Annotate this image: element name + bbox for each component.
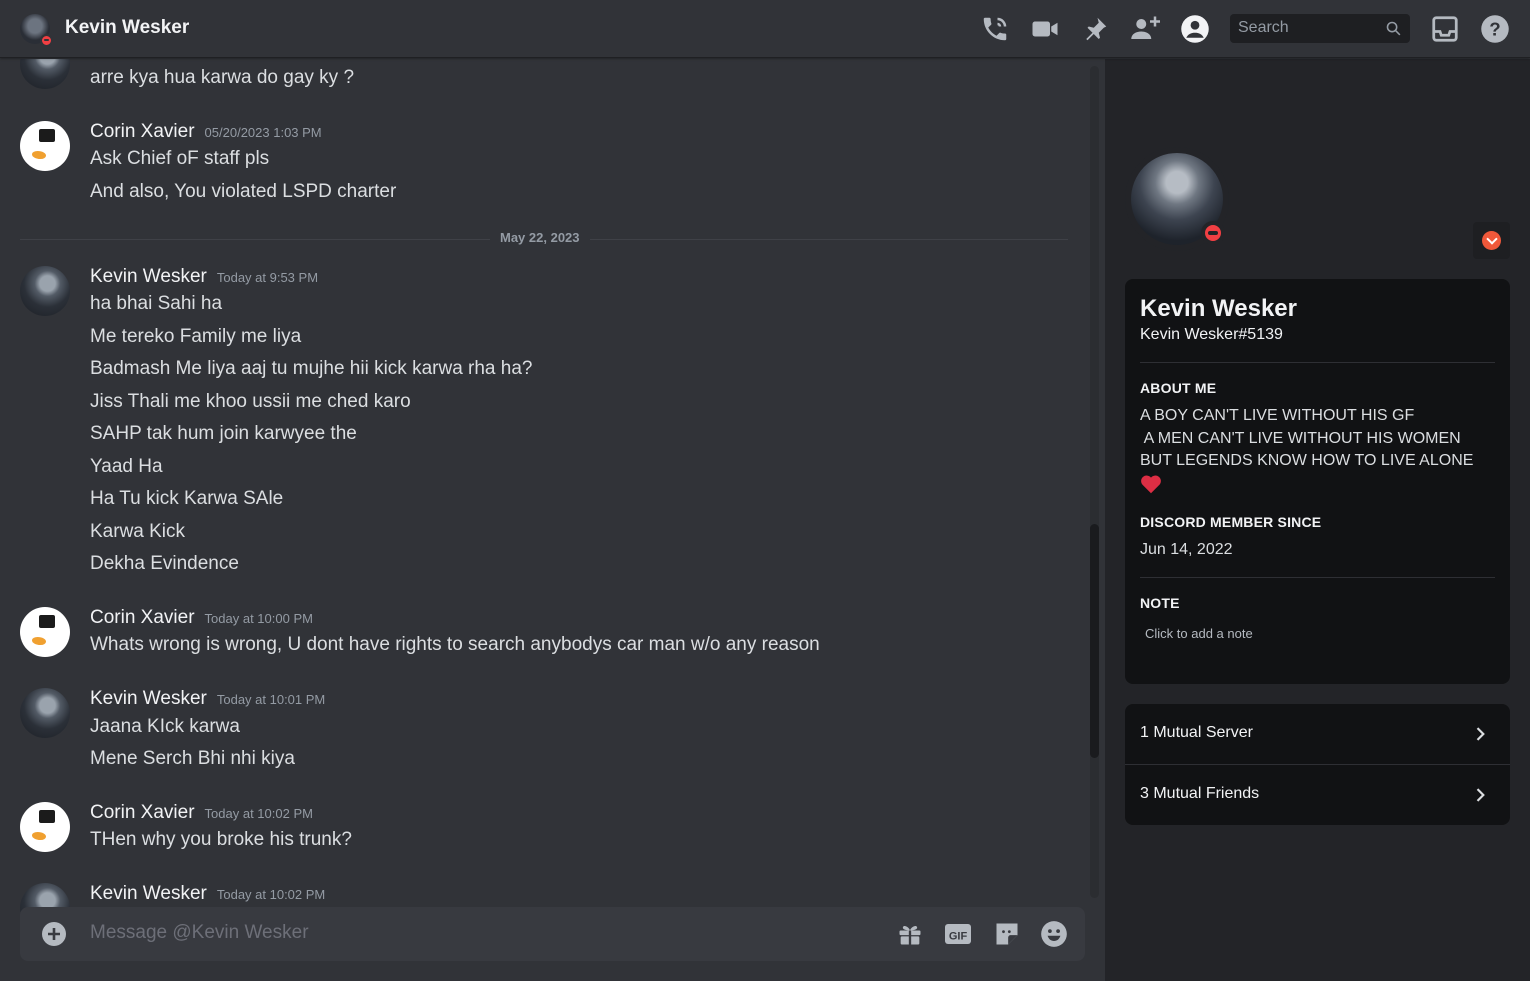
hide-user-profile-icon[interactable] xyxy=(1180,14,1210,44)
message-content: Badmash Me liya aaj tu mujhe hii kick ka… xyxy=(90,358,533,379)
chevron-right-icon xyxy=(1470,724,1490,744)
mutual-servers-row[interactable]: 1 Mutual Server xyxy=(1125,704,1510,764)
message-timestamp: Today at 10:00 PM xyxy=(204,611,313,626)
dnd-status-icon xyxy=(1201,221,1225,245)
member-since-heading: DISCORD MEMBER SINCE xyxy=(1140,514,1322,530)
message-composer[interactable]: Message @Kevin Wesker GIF xyxy=(20,907,1085,961)
message-timestamp: Today at 10:01 PM xyxy=(216,692,326,707)
pinned-messages-icon[interactable] xyxy=(1080,14,1110,44)
message-timestamp: 05/20/2023 1:03 PM xyxy=(204,125,322,140)
inbox-icon[interactable] xyxy=(1430,14,1460,44)
red-heart-icon xyxy=(1140,474,1162,494)
message-list[interactable]: arre kya hua karwa do gay ky ? Corin Xav… xyxy=(0,59,1105,981)
message-avatar[interactable] xyxy=(20,688,70,738)
message-content: SAHP tak hum join karwyee the xyxy=(90,423,357,444)
mutual-friends-row[interactable]: 3 Mutual Friends xyxy=(1125,765,1510,825)
about-me-line: BUT LEGENDS KNOW HOW TO LIVE ALONE xyxy=(1140,452,1474,469)
message-avatar[interactable] xyxy=(20,266,70,316)
message-content: Karwa Kick xyxy=(90,521,186,542)
message-content: THen why you broke his trunk? xyxy=(90,829,352,850)
member-since-date: Jun 14, 2022 xyxy=(1140,541,1233,558)
mutual-servers-label: 1 Mutual Server xyxy=(1140,724,1253,741)
message-timestamp: Today at 10:02 PM xyxy=(216,887,326,902)
header-avatar[interactable] xyxy=(20,14,53,47)
profile-badge-icon[interactable] xyxy=(1473,222,1510,259)
message-content: Jiss Thali me khoo ussii me ched karo xyxy=(90,391,411,412)
date-divider-label: May 22, 2023 xyxy=(490,230,590,245)
start-video-call-icon[interactable] xyxy=(1030,14,1060,44)
gif-icon[interactable]: GIF xyxy=(944,920,972,948)
message-author[interactable]: Kevin Wesker Today at 9:53 PM xyxy=(90,266,318,288)
divider xyxy=(1140,577,1495,578)
about-me-line: A MEN CAN'T LIVE WITHOUT HIS WOMEN xyxy=(1140,430,1461,447)
add-attachment-icon[interactable] xyxy=(42,922,66,946)
message-avatar[interactable] xyxy=(20,802,70,852)
chat-scrollbar-track[interactable] xyxy=(1090,66,1099,898)
message-content: Dekha Evindence xyxy=(90,553,239,574)
mutuals-panel: 1 Mutual Server 3 Mutual Friends xyxy=(1125,704,1510,825)
about-me-heading: ABOUT ME xyxy=(1140,380,1217,396)
profile-display-name: Kevin Wesker xyxy=(1140,295,1297,322)
note-heading: NOTE xyxy=(1140,595,1180,611)
about-me-line: A BOY CAN'T LIVE WITHOUT HIS GF xyxy=(1140,407,1415,424)
message-content: Me tereko Family me liya xyxy=(90,326,302,347)
search-input[interactable]: Search xyxy=(1230,14,1410,43)
chevron-right-icon xyxy=(1470,785,1490,805)
message-avatar[interactable] xyxy=(20,121,70,171)
message-author[interactable]: Kevin Wesker Today at 10:01 PM xyxy=(90,688,325,710)
search-icon xyxy=(1385,20,1402,37)
sticker-icon[interactable] xyxy=(993,920,1021,948)
mutual-friends-label: 3 Mutual Friends xyxy=(1140,785,1260,802)
message-content: Mene Serch Bhi nhi kiya xyxy=(90,748,295,769)
message-content: Jaana KIck karwa xyxy=(90,716,240,737)
message-author[interactable]: Corin Xavier Today at 10:00 PM xyxy=(90,607,313,629)
divider xyxy=(1140,362,1495,363)
message-avatar[interactable] xyxy=(20,59,70,89)
chat-scrollbar-thumb[interactable] xyxy=(1090,524,1099,758)
message-timestamp: Today at 10:02 PM xyxy=(204,806,313,821)
message-avatar[interactable] xyxy=(20,607,70,657)
message-content: Ask Chief oF staff pls xyxy=(90,148,270,169)
message-content: And also, You violated LSPD charter xyxy=(90,181,397,202)
add-friends-to-dm-icon[interactable] xyxy=(1130,14,1160,44)
search-placeholder: Search xyxy=(1238,19,1289,36)
gift-icon[interactable] xyxy=(896,920,924,948)
message-input[interactable]: Message @Kevin Wesker xyxy=(90,922,309,944)
channel-header: Kevin Wesker Search ? xyxy=(0,0,1530,58)
user-profile-panel: Kevin Wesker Kevin Wesker#5139 ABOUT ME … xyxy=(1105,59,1530,981)
note-input[interactable]: Click to add a note xyxy=(1145,626,1253,641)
dm-recipient-name[interactable]: Kevin Wesker xyxy=(65,17,189,39)
message-content: Whats wrong is wrong, U dont have rights… xyxy=(90,634,820,655)
svg-text:GIF: GIF xyxy=(949,931,968,943)
message-content: ha bhai Sahi ha xyxy=(90,293,223,314)
message-author[interactable]: Corin Xavier 05/20/2023 1:03 PM xyxy=(90,121,322,143)
message-content: Yaad Ha xyxy=(90,456,163,477)
message-author[interactable]: Corin Xavier Today at 10:02 PM xyxy=(90,802,313,824)
message-timestamp: Today at 9:53 PM xyxy=(216,270,319,285)
svg-text:?: ? xyxy=(1489,18,1500,39)
profile-card: Kevin Wesker Kevin Wesker#5139 ABOUT ME … xyxy=(1125,279,1510,684)
message-content: Ha Tu kick Karwa SAle xyxy=(90,488,284,509)
dnd-status-icon xyxy=(40,34,53,47)
start-voice-call-icon[interactable] xyxy=(980,14,1010,44)
help-icon[interactable]: ? xyxy=(1480,14,1510,44)
profile-username[interactable]: Kevin Wesker#5139 xyxy=(1140,326,1283,344)
emoji-icon[interactable] xyxy=(1040,920,1068,948)
message-author[interactable]: Kevin Wesker Today at 10:02 PM xyxy=(90,883,325,905)
message-content: arre kya hua karwa do gay ky ? xyxy=(90,67,355,88)
